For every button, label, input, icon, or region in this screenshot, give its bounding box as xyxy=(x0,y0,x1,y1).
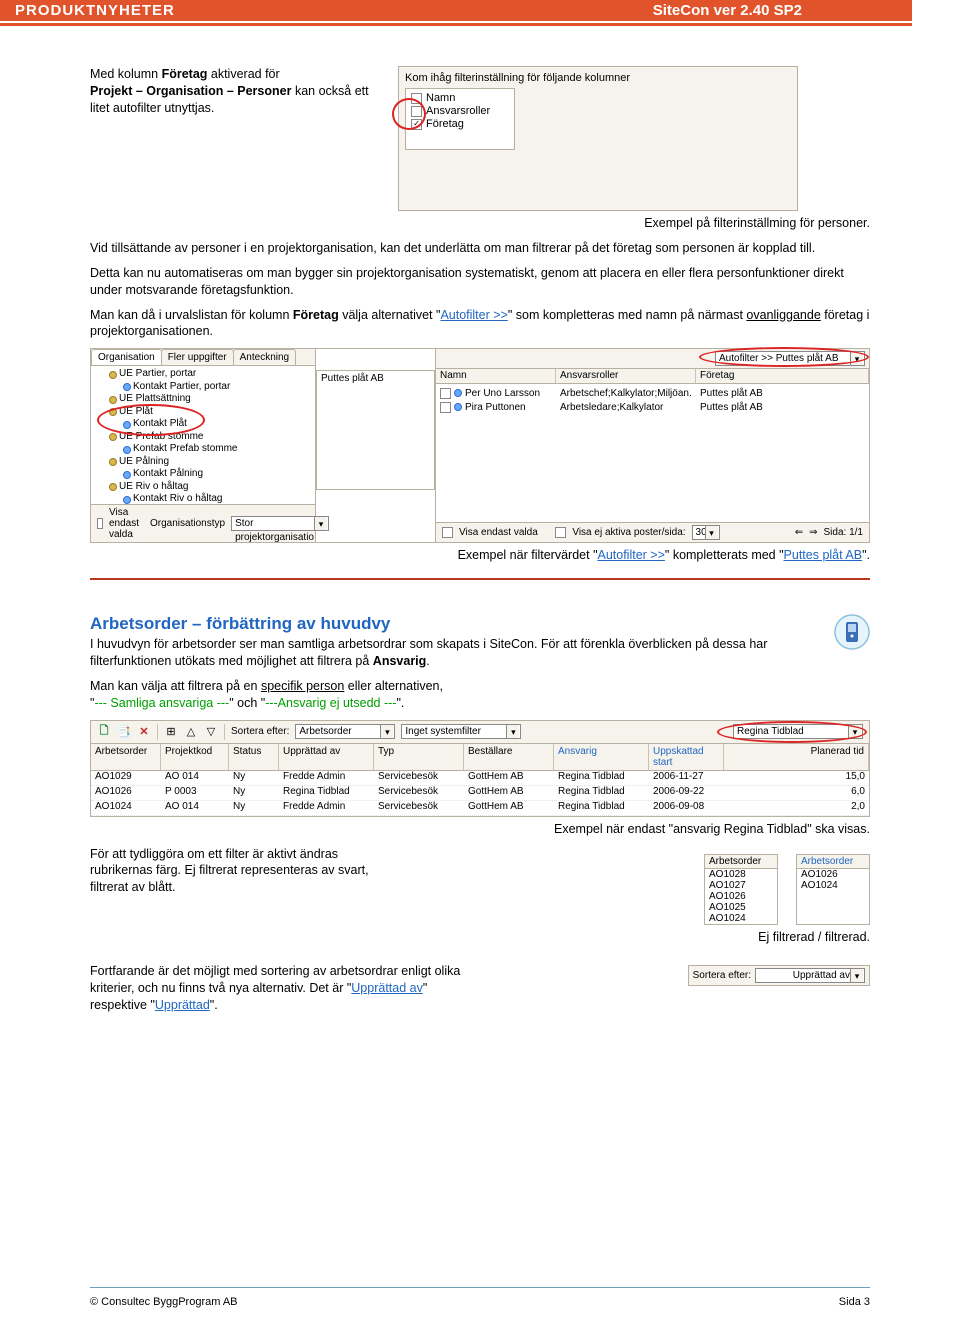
filter-dialog-title: Kom ihåg filterinställning för följande … xyxy=(405,72,791,84)
orgtype-dropdown[interactable]: Stor projektorganisatio xyxy=(231,516,329,531)
page-header: PRODUKTNYHETER SiteCon ver 2.40 SP2 xyxy=(0,0,912,21)
section-divider xyxy=(90,578,870,580)
screenshot-filter-settings: Kom ihåg filterinställning för följande … xyxy=(398,66,798,211)
footer-rule xyxy=(90,1287,870,1288)
checkbox-icon[interactable] xyxy=(440,388,451,399)
list-head[interactable]: Arbetsorder xyxy=(797,855,869,869)
col-name[interactable]: Namn xyxy=(436,369,556,383)
intro-p3: Vid tillsättande av personer i en projek… xyxy=(90,240,870,257)
prev-page-icon[interactable]: ⇐ xyxy=(795,527,803,538)
screenshot-workorder-grid: 🗋 📑 ✕ ⊞ △ ▽ Sortera efter: Arbetsorder I… xyxy=(90,720,870,817)
new-icon[interactable]: 🗋 xyxy=(97,725,111,739)
filter-item[interactable]: Namn xyxy=(411,92,509,104)
tab-more-info[interactable]: Fler uppgifter xyxy=(161,349,234,365)
highlight-circle-icon xyxy=(717,721,867,743)
th-ansvarig[interactable]: Ansvarig xyxy=(554,744,649,770)
intro-p5: Man kan då i urvalslistan för kolumn För… xyxy=(90,307,870,341)
up-icon[interactable]: △ xyxy=(184,725,198,739)
th-projektkod[interactable]: Projektkod xyxy=(161,744,229,770)
table-row[interactable]: AO1024 AO 014 Ny Fredde Admin Servicebes… xyxy=(91,801,869,816)
table-row[interactable]: AO1026 P 0003 Ny Regina Tidblad Serviceb… xyxy=(91,786,869,801)
screenshot-sort-after: Sortera efter: Upprättad av xyxy=(688,965,870,986)
filter-item[interactable]: ✓Företag xyxy=(411,118,509,130)
sort-dropdown[interactable]: Arbetsorder xyxy=(295,724,395,739)
checkbox-icon[interactable] xyxy=(442,527,453,538)
intro-p1: Med kolumn Företag aktiverad för Projekt… xyxy=(90,66,370,117)
th-uppskattad-start[interactable]: Uppskattad start xyxy=(649,744,724,770)
list-unfiltered: Arbetsorder AO1028 AO1027 AO1026 AO1025 … xyxy=(704,854,778,925)
workorder-icon xyxy=(834,614,870,650)
table-row[interactable]: Per Uno Larsson Arbetschef;Kalkylator;Mi… xyxy=(436,386,869,400)
col-roles[interactable]: Ansvarsroller xyxy=(556,369,696,383)
table-row[interactable]: Pira Puttonen Arbetsledare;Kalkylator Pu… xyxy=(436,400,869,414)
checkbox-icon[interactable] xyxy=(97,518,103,529)
page-footer: © Consultec ByggProgram AB Sida 3 xyxy=(90,1296,870,1308)
th-typ[interactable]: Typ xyxy=(374,744,464,770)
caption-lists: Ej filtrerad / filtrerad. xyxy=(420,929,870,946)
down-icon[interactable]: ▽ xyxy=(204,725,218,739)
sort-label: Sortera efter: xyxy=(231,726,289,737)
header-title-left: PRODUKTNYHETER xyxy=(15,2,175,19)
screenshot-organisation: Organisation Fler uppgifter Anteckning U… xyxy=(90,348,870,543)
th-planerad-tid[interactable]: Planerad tid xyxy=(724,744,869,770)
footer-left: © Consultec ByggProgram AB xyxy=(90,1296,238,1308)
caption-shot3: Exempel när endast "ansvarig Regina Tidb… xyxy=(90,821,870,838)
section2-p3: För att tydliggöra om ett filter är akti… xyxy=(90,846,390,897)
checkbox-icon[interactable] xyxy=(440,402,451,413)
header-title-right: SiteCon ver 2.40 SP2 xyxy=(653,2,802,19)
list-filtered: Arbetsorder AO1026 AO1024 xyxy=(796,854,870,925)
tab-notes[interactable]: Anteckning xyxy=(233,349,296,365)
section-title-arbetsorder: Arbetsorder – förbättring av huvudvy xyxy=(90,614,870,634)
col-company[interactable]: Företag xyxy=(696,369,869,383)
highlight-circle-icon xyxy=(392,98,426,130)
section2-p4: Fortfarande är det möjligt med sortering… xyxy=(90,963,470,1014)
delete-icon[interactable]: ✕ xyxy=(137,725,151,739)
footer-right: Sida 3 xyxy=(839,1296,870,1308)
caption-shot2: Exempel när filtervärdet "Autofilter >>"… xyxy=(90,547,870,564)
posts-per-page[interactable]: 30 xyxy=(692,525,720,540)
sort-after-dropdown[interactable]: Upprättad av xyxy=(755,968,865,983)
sysfilter-dropdown[interactable]: Inget systemfilter xyxy=(401,724,521,739)
next-page-icon[interactable]: ⇒ xyxy=(809,527,817,538)
tab-organisation[interactable]: Organisation xyxy=(91,349,162,365)
list-head[interactable]: Arbetsorder xyxy=(705,855,777,869)
table-row[interactable]: AO1029 AO 014 Ny Fredde Admin Servicebes… xyxy=(91,771,869,786)
section2-p2: Man kan välja att filtrera på en specifi… xyxy=(90,678,870,712)
section2-p1: I huvudvyn för arbetsorder ser man samtl… xyxy=(90,636,870,670)
page-indicator: Sida: 1/1 xyxy=(824,527,863,538)
edit-icon[interactable]: 📑 xyxy=(117,725,131,739)
sort-after-label: Sortera efter: xyxy=(693,970,751,981)
th-status[interactable]: Status xyxy=(229,744,279,770)
selected-company-box: Puttes plåt AB xyxy=(316,370,435,490)
intro-p4: Detta kan nu automatiseras om man bygger… xyxy=(90,265,870,299)
th-bestallare[interactable]: Beställare xyxy=(464,744,554,770)
expand-icon[interactable]: ⊞ xyxy=(164,725,178,739)
org-tree[interactable]: UE Partier, portar Kontakt Partier, port… xyxy=(91,366,315,504)
checkbox-icon[interactable] xyxy=(555,527,566,538)
caption-shot1: Exempel på filterinställming för persone… xyxy=(90,215,870,232)
th-arbetsorder[interactable]: Arbetsorder xyxy=(91,744,161,770)
th-upprattad-av[interactable]: Upprättad av xyxy=(279,744,374,770)
